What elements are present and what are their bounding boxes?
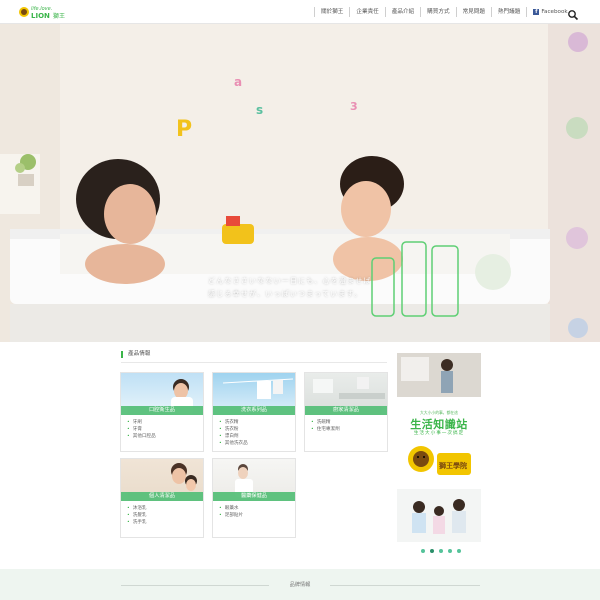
lion-mascot-icon: 獅王學院 — [408, 446, 471, 475]
nav-csr[interactable]: 企業責任 — [349, 7, 384, 17]
nav-faq[interactable]: 常見問題 — [455, 7, 491, 17]
svg-text:a: a — [234, 75, 242, 89]
product-card-personal[interactable]: 個人清潔品 沐浴乳 洗髮乳 洗手乳 — [120, 458, 204, 538]
carousel-dot[interactable] — [457, 549, 461, 553]
search-icon — [568, 10, 579, 21]
hero-tagline-line1: どんなささいなない一日にも、心を澄ませば — [208, 277, 372, 285]
carousel-dot[interactable] — [421, 549, 425, 553]
product-card-image: 個人清潔品 — [121, 459, 203, 501]
list-item[interactable]: 漂白劑 — [219, 433, 295, 440]
carousel-dot[interactable] — [448, 549, 452, 553]
list-item[interactable]: 其他洗衣品 — [219, 440, 295, 447]
product-card-list: 眼藥水 足部貼片 — [213, 501, 295, 519]
carousel-dots — [421, 549, 461, 553]
product-card-label: 醫藥保健品 — [213, 492, 295, 501]
logo-brand: LION — [31, 12, 50, 20]
product-card-image: 洗衣系列品 — [213, 373, 295, 415]
brand-info-band: 品牌情報 — [0, 569, 600, 600]
nav-purchase[interactable]: 購買方式 — [420, 7, 455, 17]
lion-logo[interactable]: life.love. LION 獅王 — [18, 3, 74, 21]
list-item[interactable]: 牙膏 — [127, 426, 203, 433]
products-section-title: 產品情報 — [121, 351, 150, 358]
list-item[interactable]: 洗衣粉 — [219, 426, 295, 433]
product-card-label: 口腔衛生品 — [121, 406, 203, 415]
section-divider — [121, 362, 387, 363]
carousel-dot[interactable] — [439, 549, 443, 553]
divider — [330, 585, 480, 586]
carousel-dot-active[interactable] — [430, 549, 434, 553]
hero-tagline: どんなささいなない一日にも、心を澄ませば 感じる幸せが、いっぱいつまっています。 — [208, 275, 372, 301]
facebook-label: Facebook — [541, 9, 568, 15]
list-item[interactable]: 沐浴乳 — [127, 505, 203, 512]
list-item[interactable]: 洗手乳 — [127, 519, 203, 526]
nav-topics[interactable]: 熱門議題 — [490, 7, 526, 17]
list-item[interactable]: 其他口腔品 — [127, 433, 203, 440]
svg-text:3: 3 — [350, 100, 358, 113]
product-card-health[interactable]: 醫藥保健品 眼藥水 足部貼片 — [212, 458, 296, 538]
svg-text:P: P — [176, 117, 192, 142]
list-item[interactable]: 牙刷 — [127, 419, 203, 426]
brand-info-title: 品牌情報 — [289, 582, 311, 588]
product-card-list: 牙刷 牙膏 其他口腔品 — [121, 415, 203, 440]
product-card-oral[interactable]: 口腔衛生品 牙刷 牙膏 其他口腔品 — [120, 372, 204, 452]
product-card-list: 洗衣精 洗衣粉 漂白劑 其他洗衣品 — [213, 415, 295, 447]
life-knowledge-promo[interactable]: 大大小小的事，都在這 生活知識站 生活大小事一次搞定 獅王學院 — [397, 403, 481, 485]
list-item[interactable]: 洗碗精 — [311, 419, 387, 426]
nav-about[interactable]: 關於獅王 — [314, 7, 349, 17]
product-card-image: 廚家清潔品 — [305, 373, 387, 415]
divider — [121, 585, 269, 586]
search-button[interactable] — [567, 6, 579, 21]
site-header: life.love. LION 獅王 關於獅王 企業責任 產品介紹 購買方式 常… — [0, 0, 600, 24]
product-card-image: 醫藥保健品 — [213, 459, 295, 501]
sidebar-banner-image[interactable] — [397, 353, 481, 397]
product-card-home-cleaning[interactable]: 廚家清潔品 洗碗精 住宅專潔劑 — [304, 372, 388, 452]
promo-caption: 生活大小事一次搞定 — [413, 431, 465, 436]
svg-text:s: s — [256, 103, 263, 117]
hero-banner[interactable]: P a s 3 どんなささいなない一日にも、心を澄ませば 感じる幸せが、いっぱい… — [0, 24, 600, 342]
product-card-list: 沐浴乳 洗髮乳 洗手乳 — [121, 501, 203, 526]
mascot-text: 獅王學院 — [438, 461, 467, 470]
logo-brand-cn: 獅王 — [53, 12, 65, 20]
product-card-laundry[interactable]: 洗衣系列品 洗衣精 洗衣粉 漂白劑 其他洗衣品 — [212, 372, 296, 452]
facebook-icon: f — [533, 9, 540, 15]
list-item[interactable]: 住宅專潔劑 — [311, 426, 387, 433]
main-nav: 關於獅王 企業責任 產品介紹 購買方式 常見問題 熱門議題 f Facebook — [314, 0, 574, 24]
hero-tagline-line2: 感じる幸せが、いっぱいつまっています。 — [208, 290, 363, 298]
product-card-label: 廚家清潔品 — [305, 406, 387, 415]
list-item[interactable]: 洗髮乳 — [127, 512, 203, 519]
list-item[interactable]: 洗衣精 — [219, 419, 295, 426]
product-card-list: 洗碗精 住宅專潔劑 — [305, 415, 387, 433]
nav-products[interactable]: 產品介紹 — [384, 7, 420, 17]
list-item[interactable]: 眼藥水 — [219, 505, 295, 512]
list-item[interactable]: 足部貼片 — [219, 512, 295, 519]
product-card-label: 個人清潔品 — [121, 492, 203, 501]
family-photo[interactable] — [397, 489, 481, 542]
product-card-image: 口腔衛生品 — [121, 373, 203, 415]
product-card-label: 洗衣系列品 — [213, 406, 295, 415]
